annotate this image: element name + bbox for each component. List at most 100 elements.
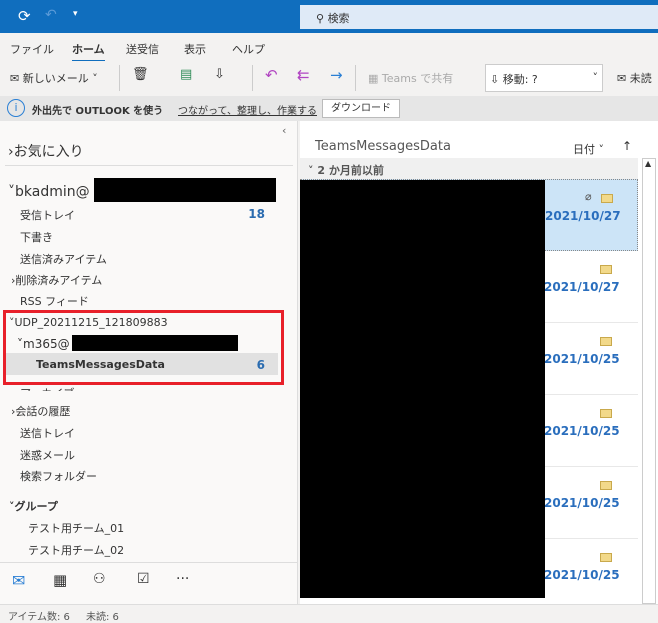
account-header[interactable]: ˅bkadmin@ bbox=[8, 184, 90, 200]
move-icon: ⇩ bbox=[490, 73, 503, 86]
unread-envelope-icon bbox=[600, 337, 612, 346]
ribbon-tabs: ファイル ホーム 送受信 表示 ヘルプ bbox=[0, 33, 658, 63]
info-link[interactable]: つながって、整理し、作業する bbox=[178, 102, 317, 117]
message-list: TeamsMessagesData 日付 ˅ ↑ ˅ 2 か月前以前 ⌀ 2021… bbox=[300, 121, 658, 611]
sub-account-label: m365@ bbox=[23, 337, 70, 351]
unread-count: 18 bbox=[248, 207, 265, 221]
redacted-block bbox=[72, 335, 238, 351]
search-icon: ⚲ bbox=[316, 12, 328, 25]
unread-envelope-icon bbox=[600, 265, 612, 274]
group-header[interactable]: ˅ 2 か月前以前 bbox=[300, 158, 638, 179]
download-button[interactable]: ダウンロード bbox=[322, 99, 400, 118]
unread-envelope-icon bbox=[601, 194, 613, 203]
attachment-icon: ⌀ bbox=[585, 190, 592, 203]
group-item[interactable]: テスト用チーム_02 bbox=[28, 542, 124, 558]
new-mail-label: 新しいメール bbox=[22, 72, 89, 85]
groups-label: グループ bbox=[14, 500, 58, 513]
folder-sent[interactable]: 送信済みアイテム bbox=[20, 251, 107, 267]
new-mail-button[interactable]: ✉ 新しいメール ˅ bbox=[10, 70, 98, 86]
people-icon[interactable]: ⚇ bbox=[93, 571, 106, 587]
collapse-icon[interactable]: ‹ bbox=[282, 124, 286, 137]
reply-all-icon[interactable]: ⇇ bbox=[297, 66, 310, 84]
info-bar: i 外出先で OUTLOOK を使う つながって、整理し、作業する ダウンロード bbox=[0, 96, 658, 121]
unread-button[interactable]: ✉ 未読 bbox=[617, 70, 652, 86]
move-to-icon[interactable]: ⇩ bbox=[214, 67, 225, 82]
groups-header[interactable]: ˅グループ bbox=[9, 498, 58, 514]
info-title: 外出先で OUTLOOK を使う bbox=[32, 106, 164, 117]
teams-icon: ▦ bbox=[368, 72, 382, 85]
message-date: 2021/10/25 bbox=[544, 568, 620, 582]
envelope-open-icon: ✉ bbox=[617, 72, 630, 85]
pst-label: UDP_20211215_121809883 bbox=[14, 316, 168, 329]
calendar-icon[interactable]: ▦ bbox=[53, 571, 67, 589]
more-icon[interactable]: ··· bbox=[176, 571, 189, 587]
sort-direction-icon[interactable]: ↑ bbox=[622, 139, 632, 153]
info-icon: i bbox=[7, 99, 25, 117]
unread-label: 未読 bbox=[629, 72, 652, 85]
tab-file[interactable]: ファイル bbox=[10, 41, 54, 57]
divider bbox=[0, 562, 297, 563]
unread-envelope-icon bbox=[600, 409, 612, 418]
move-dropdown[interactable]: ⇩ 移動: ? ˅ bbox=[485, 64, 603, 92]
message-date: 2021/10/27 bbox=[545, 209, 621, 223]
unread-envelope-icon bbox=[600, 481, 612, 490]
account-label: bkadmin@ bbox=[15, 184, 90, 200]
chevron-down-icon: ˅ bbox=[592, 71, 599, 84]
toolbar: ✉ 新しいメール ˅ 🗑 ▤ ⇩ ↶ ⇇ → ▦ Teams で共有 ⇩ 移動:… bbox=[0, 61, 658, 95]
sort-dropdown[interactable]: 日付 ˅ bbox=[573, 141, 604, 157]
folder-junk[interactable]: 迷惑メール bbox=[20, 447, 75, 463]
pst-header[interactable]: ˅UDP_20211215_121809883 bbox=[9, 316, 168, 329]
scrollbar[interactable]: ▲ bbox=[642, 158, 656, 604]
message-date: 2021/10/27 bbox=[544, 280, 620, 294]
reply-icon[interactable]: ↶ bbox=[265, 66, 278, 84]
customize-icon[interactable]: ▾ bbox=[73, 9, 78, 19]
folder-teamsmessagesdata[interactable]: TeamsMessagesData bbox=[36, 358, 165, 371]
move-label: 移動: ? bbox=[502, 73, 538, 86]
redacted-block bbox=[300, 180, 545, 598]
archive-icon[interactable]: ▤ bbox=[180, 67, 192, 82]
divider bbox=[355, 65, 356, 91]
undo-icon[interactable]: ↶ bbox=[45, 7, 57, 23]
list-title: TeamsMessagesData bbox=[315, 139, 451, 154]
folder-rss[interactable]: RSS フィード bbox=[20, 293, 89, 309]
sub-account-header[interactable]: ˅m365@ bbox=[17, 337, 70, 351]
group-item[interactable]: テスト用チーム_01 bbox=[28, 520, 124, 536]
favorites-label: お気に入り bbox=[13, 144, 84, 160]
message-date: 2021/10/25 bbox=[544, 352, 620, 366]
favorites-header[interactable]: ›お気に入り bbox=[8, 141, 84, 161]
search-placeholder: 検索 bbox=[327, 12, 350, 25]
teams-share-button[interactable]: ▦ Teams で共有 bbox=[368, 70, 453, 86]
tab-send-receive[interactable]: 送受信 bbox=[126, 41, 159, 57]
folder-archive[interactable]: アーカイブ bbox=[20, 385, 74, 391]
folder-drafts[interactable]: 下書き bbox=[20, 229, 53, 245]
divider bbox=[252, 65, 253, 91]
tab-view[interactable]: 表示 bbox=[184, 41, 206, 57]
folder-outbox[interactable]: 送信トレイ bbox=[20, 425, 75, 441]
search-box[interactable]: ⚲ 検索 bbox=[300, 5, 658, 29]
group-header-label: 2 か月前以前 bbox=[317, 164, 384, 177]
sync-icon[interactable]: ⟳ bbox=[18, 7, 31, 25]
message-date: 2021/10/25 bbox=[544, 424, 620, 438]
sort-label: 日付 bbox=[573, 143, 595, 156]
status-bar: アイテム数: 6 未読: 6 bbox=[0, 604, 658, 623]
unread-count: 6 bbox=[256, 358, 265, 372]
folder-pane: ‹ ›お気に入り ˅bkadmin@ 受信トレイ 18 下書き 送信済みアイテム… bbox=[0, 121, 298, 604]
forward-icon[interactable]: → bbox=[330, 66, 343, 84]
unread-count-status: 未読: 6 bbox=[86, 612, 119, 623]
delete-icon[interactable]: 🗑 bbox=[132, 67, 149, 82]
folder-label: 会話の履歴 bbox=[15, 405, 71, 418]
folder-search[interactable]: 検索フォルダー bbox=[20, 468, 97, 484]
tab-home[interactable]: ホーム bbox=[72, 41, 105, 63]
message-date: 2021/10/25 bbox=[544, 496, 620, 510]
title-bar: ⟳ ↶ ▾ ⚲ 検索 bbox=[0, 0, 658, 33]
unread-envelope-icon bbox=[600, 553, 612, 562]
mail-icon[interactable]: ✉ bbox=[12, 571, 25, 590]
folder-conversation-history[interactable]: ›会話の履歴 bbox=[11, 403, 70, 419]
divider bbox=[5, 165, 293, 166]
scroll-up-icon[interactable]: ▲ bbox=[645, 159, 651, 168]
folder-deleted[interactable]: ›削除済みアイテム bbox=[11, 272, 102, 288]
redacted-block bbox=[94, 178, 276, 202]
tasks-icon[interactable]: ☑ bbox=[137, 571, 150, 587]
folder-inbox[interactable]: 受信トレイ bbox=[20, 207, 75, 223]
tab-help[interactable]: ヘルプ bbox=[232, 41, 265, 57]
